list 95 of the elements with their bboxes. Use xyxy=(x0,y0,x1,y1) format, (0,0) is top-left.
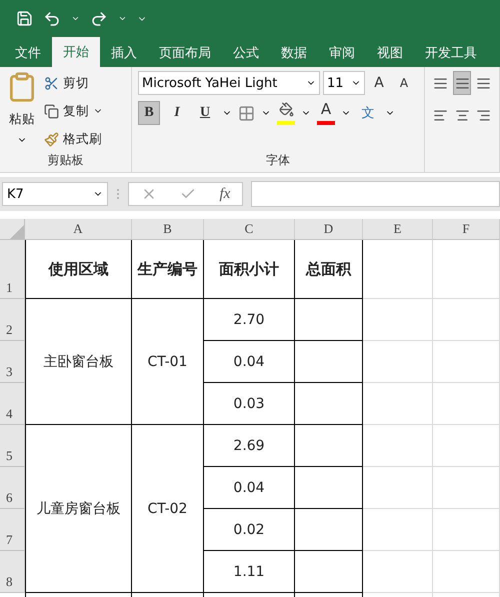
align-icon xyxy=(476,108,492,122)
table-cell: 2.70 xyxy=(204,299,295,341)
align-icon xyxy=(432,76,448,90)
table-cell: 0.04 xyxy=(204,467,295,509)
font-name-field[interactable]: Microsoft YaHei Light xyxy=(138,71,320,95)
table-cell xyxy=(295,383,363,425)
column-header[interactable]: E xyxy=(363,219,433,240)
empty-cell xyxy=(363,341,433,383)
table-cell: CT-01 xyxy=(132,299,204,425)
row-header[interactable]: 5 xyxy=(0,425,25,467)
save-icon[interactable] xyxy=(16,10,33,27)
align-icon xyxy=(476,76,492,90)
empty-cell xyxy=(363,425,433,467)
empty-cell xyxy=(433,551,500,593)
fill-color-button[interactable] xyxy=(277,102,295,124)
table-cell: 儿童房窗台板 xyxy=(25,425,132,593)
name-box[interactable]: K7 xyxy=(2,182,108,206)
copy-icon xyxy=(44,104,59,118)
table-cell xyxy=(295,299,363,341)
table-cell xyxy=(295,509,363,551)
table-header-cell: 总面积 xyxy=(295,240,363,299)
empty-cell xyxy=(433,425,500,467)
empty-cell xyxy=(433,240,500,299)
ribbon-tab[interactable]: 数据 xyxy=(270,39,318,67)
table-cell xyxy=(295,425,363,467)
phonetic-button[interactable]: 文 xyxy=(357,101,379,125)
ribbon-tab[interactable]: 插入 xyxy=(100,39,148,67)
column-header[interactable]: C xyxy=(204,219,295,240)
empty-cell xyxy=(433,383,500,425)
table-cell: 0.04 xyxy=(204,341,295,383)
empty-cell xyxy=(363,240,433,299)
table-cell: 0.03 xyxy=(204,383,295,425)
grip-icon xyxy=(116,187,120,201)
font-color-button[interactable]: A xyxy=(317,101,335,125)
table-cell: 2.69 xyxy=(204,425,295,467)
ribbon-tab[interactable]: 开发工具 xyxy=(414,39,488,67)
empty-cell xyxy=(433,341,500,383)
table-cell xyxy=(295,467,363,509)
grow-font-button[interactable]: A xyxy=(368,71,390,95)
table-cell xyxy=(295,341,363,383)
column-header[interactable]: D xyxy=(295,219,363,240)
copy-button[interactable]: 复制 xyxy=(44,99,103,123)
ribbon-tab[interactable]: 文件 xyxy=(4,39,52,67)
empty-cell xyxy=(363,467,433,509)
empty-cell xyxy=(363,551,433,593)
ribbon-tab[interactable]: 审阅 xyxy=(318,39,366,67)
row-header[interactable]: 1 xyxy=(0,240,25,299)
column-header[interactable]: B xyxy=(132,219,204,240)
row-header[interactable]: 3 xyxy=(0,341,25,383)
column-header[interactable]: F xyxy=(433,219,500,240)
empty-cell xyxy=(433,467,500,509)
insert-function-button[interactable]: fx xyxy=(219,186,230,202)
table-header-cell: 生产编号 xyxy=(132,240,204,299)
empty-cell xyxy=(363,509,433,551)
row-header[interactable]: 7 xyxy=(0,509,25,551)
shrink-font-button[interactable]: A xyxy=(393,71,415,95)
ribbon-tab[interactable]: 开始 xyxy=(52,37,100,67)
redo-icon[interactable] xyxy=(90,10,108,28)
ribbon-tab[interactable]: 页面布局 xyxy=(148,39,222,67)
underline-button[interactable]: U xyxy=(194,101,216,125)
table-header-cell: 使用区域 xyxy=(25,240,132,299)
italic-button[interactable]: I xyxy=(166,101,188,125)
scissors-icon xyxy=(44,76,59,90)
table-cell: 主卧窗台板 xyxy=(25,299,132,425)
table-header-cell: 面积小计 xyxy=(204,240,295,299)
row-header[interactable]: 6 xyxy=(0,467,25,509)
format-painter-button[interactable]: 格式刷 xyxy=(44,127,103,151)
align-button[interactable] xyxy=(452,71,472,95)
column-header[interactable]: A xyxy=(25,219,132,240)
table-cell: 0.02 xyxy=(204,509,295,551)
borders-icon[interactable] xyxy=(238,104,255,122)
row-header[interactable]: 8 xyxy=(0,551,25,593)
group-label: 剪贴板 xyxy=(46,152,84,169)
paste-button[interactable]: 粘贴 xyxy=(9,107,35,131)
row-header[interactable]: 2 xyxy=(0,299,25,341)
empty-cell xyxy=(363,299,433,341)
ribbon-tab[interactable]: 视图 xyxy=(366,39,414,67)
table-cell: 1.11 xyxy=(204,551,295,593)
empty-cell xyxy=(363,383,433,425)
empty-cell xyxy=(433,509,500,551)
group-label: 字体 xyxy=(265,152,291,169)
cut-button[interactable]: 剪切 xyxy=(44,71,103,95)
row-header[interactable]: 4 xyxy=(0,383,25,425)
align-icon xyxy=(454,76,470,90)
formula-field[interactable] xyxy=(251,181,500,207)
empty-cell xyxy=(433,299,500,341)
font-size-field[interactable]: 11 xyxy=(323,71,365,95)
table-cell: CT-02 xyxy=(132,425,204,593)
table-cell xyxy=(295,551,363,593)
paintbrush-icon xyxy=(44,132,59,146)
align-icon xyxy=(432,108,448,122)
ribbon-tab[interactable]: 公式 xyxy=(222,39,270,67)
undo-icon[interactable] xyxy=(43,10,61,28)
align-icon xyxy=(454,108,470,122)
bold-button[interactable]: B xyxy=(138,101,160,125)
